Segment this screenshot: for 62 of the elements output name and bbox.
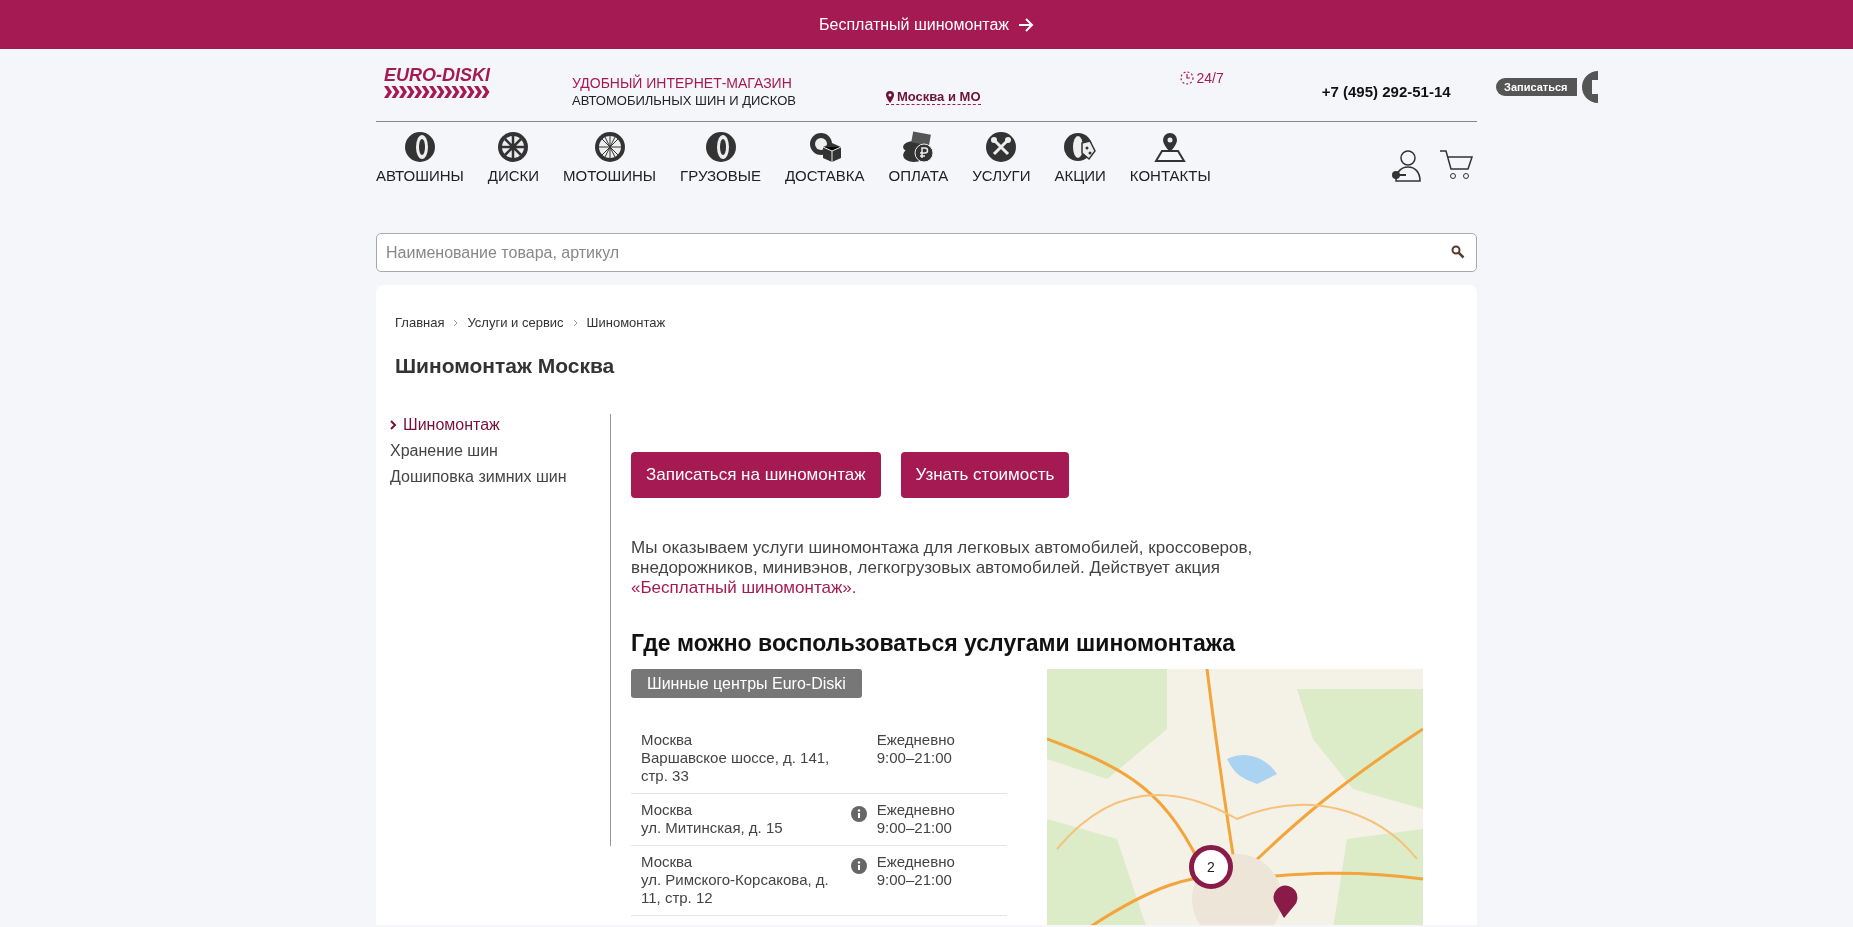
breadcrumb-link[interactable]: Услуги и сервис — [467, 315, 564, 330]
coins-icon — [902, 131, 935, 163]
schedule-text: Ежедневно — [876, 731, 956, 749]
logo-text[interactable]: EURO-DISKI — [384, 64, 494, 86]
nav-link[interactable]: КОНТАКТЫ — [1129, 131, 1211, 184]
signup-button[interactable]: Записаться — [1496, 78, 1578, 96]
sidebar-link[interactable]: Дошиповка зимних шин — [390, 468, 610, 486]
section-heading: Где можно воспользоваться услугами шиномонтажа — [631, 630, 1237, 657]
logo-stripes-icon — [384, 85, 492, 98]
city-text: Москва — [641, 731, 694, 749]
address-text: Варшавское шоссе, д. 141, стр. 33 — [641, 749, 831, 785]
hours-label: 24/7 — [1196, 70, 1224, 86]
tagline: УДОБНЫЙ ИНТЕРНЕТ-МАГАЗИН — [572, 74, 793, 91]
tools-icon — [985, 131, 1018, 163]
hours-text: 9:00–21:00 — [876, 819, 953, 837]
info-icon[interactable] — [850, 858, 867, 874]
schedule-text: Ежедневно — [876, 801, 956, 819]
hours-text: 9:00–21:00 — [876, 749, 953, 767]
schedule-text: Ежедневно — [876, 853, 956, 871]
nav-link[interactable]: ОПЛАТА — [888, 131, 949, 184]
nav-link[interactable]: АКЦИИ — [1054, 131, 1106, 184]
region-link[interactable]: Москва и МО — [885, 89, 981, 105]
action-button[interactable]: Записаться на шиномонтаж — [631, 452, 881, 498]
box-icon — [808, 131, 841, 163]
map-pin-icon — [1154, 131, 1187, 163]
intro-paragraph: Мы оказываем услуги шиномонтажа для легковых автомобилей, кроссоверов, внедорожников, минивэнов, легкогрузовых автомобилей. Действует акция «Бесплатный шиномонтаж». — [631, 538, 1254, 598]
city-text: Москва — [641, 801, 694, 819]
nav-link[interactable]: АВТОШИНЫ — [376, 131, 464, 184]
tire-icon — [704, 131, 737, 163]
nav-link[interactable]: ГРУЗОВЫЕ — [680, 131, 761, 184]
search-field[interactable]: Наименование товара, артикул — [376, 233, 1477, 272]
tire-tag-icon — [1064, 131, 1097, 163]
nav-link[interactable]: ДИСКИ — [487, 131, 540, 184]
nav-link[interactable]: УСЛУГИ — [972, 131, 1031, 184]
location-pin-icon — [885, 90, 894, 103]
hours-text: 9:00–21:00 — [876, 871, 953, 889]
action-button[interactable]: Узнать стоимость — [900, 452, 1070, 498]
sidebar-link[interactable]: Шиномонтаж — [390, 416, 610, 434]
search-icon[interactable] — [1451, 245, 1465, 259]
breadcrumb-link[interactable]: Шиномонтаж — [586, 315, 666, 330]
wheel-icon — [593, 131, 626, 163]
clock-icon — [1178, 70, 1195, 86]
address-text: ул. Римского-Корсакова, д. 11, стр. 12 — [641, 871, 830, 907]
promo-link[interactable]: «Бесплатный шиномонтаж». — [631, 578, 857, 597]
tagline: АВТОМОБИЛЬНЫХ ШИН И ДИСКОВ — [572, 92, 796, 108]
chevron-right-icon — [453, 318, 459, 327]
nav-link[interactable]: ДОСТАВКА — [784, 131, 865, 184]
info-icon[interactable] — [850, 806, 867, 822]
address-text: ул. Митинская, д. 15 — [641, 819, 784, 837]
wheel-icon — [497, 131, 530, 163]
chevron-right-icon — [390, 420, 397, 430]
page-title: Шиномонтаж Москва — [395, 354, 616, 378]
breadcrumb-link[interactable]: Главная — [395, 315, 445, 330]
arrow-right-icon — [1017, 16, 1034, 33]
filter-button[interactable]: Шинные центры Euro-Diski — [631, 669, 862, 698]
promo-link[interactable]: Бесплатный шиномонтаж — [819, 15, 1034, 34]
tire-icon — [403, 131, 436, 163]
nav-link[interactable]: МОТОШИНЫ — [563, 131, 657, 184]
city-text: Москва — [641, 853, 694, 871]
sidebar-link[interactable]: Хранение шин — [390, 442, 610, 460]
phone-number[interactable]: +7 (495) 292-51-14 — [1321, 82, 1451, 100]
chevron-right-icon — [572, 318, 578, 327]
